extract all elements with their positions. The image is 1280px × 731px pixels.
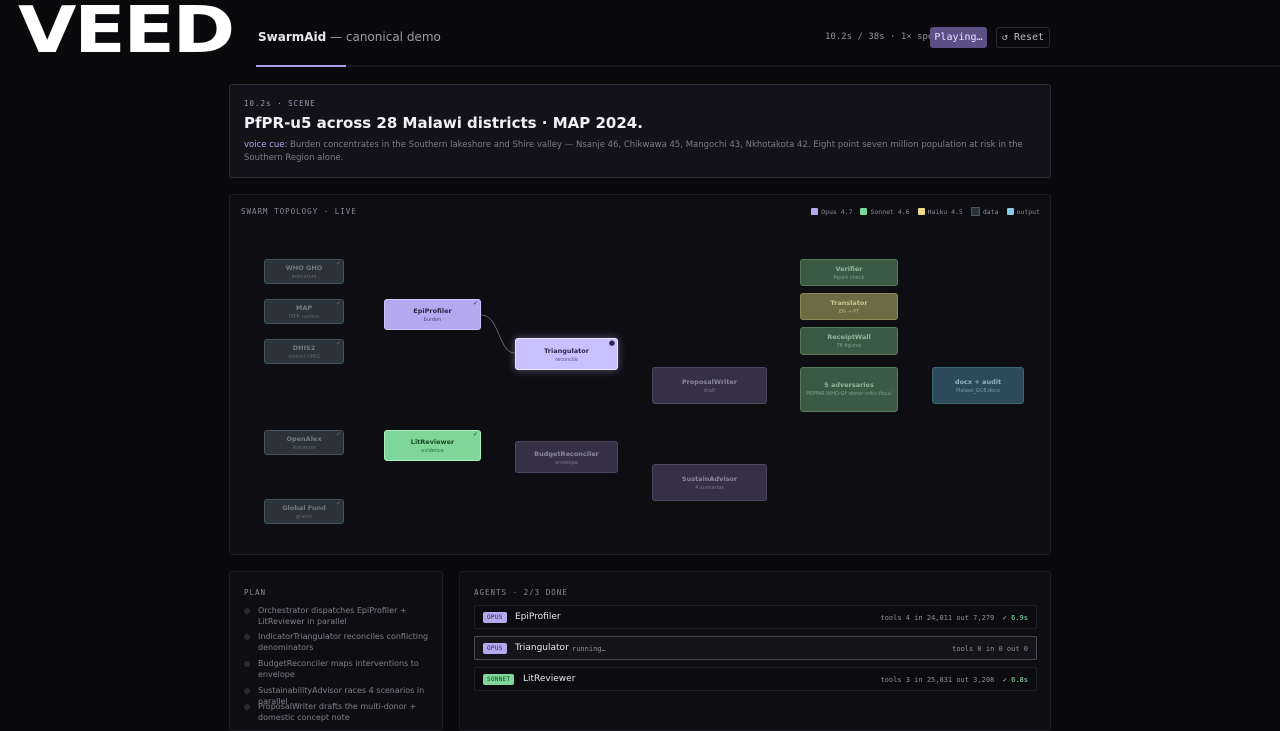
agent-metrics: tools 3 in 25,831 out 3,208 ✓ 6.8s xyxy=(880,676,1028,684)
check-icon: ✓ xyxy=(472,431,478,438)
veed-watermark-logo: VEED xyxy=(0,0,256,68)
plan-panel: PLAN Orchestrator dispatches EpiProfiler… xyxy=(229,571,443,731)
plan-step: IndicatorTriangulator reconciles conflic… xyxy=(244,632,434,653)
model-badge: OPUS xyxy=(483,643,507,654)
agent-name: EpiProfiler xyxy=(515,612,561,622)
check-icon: ✓ xyxy=(335,500,341,507)
agent-name: LitReviewer xyxy=(523,674,576,684)
agent-row-triangulator[interactable]: OPUS Triangulator running… tools 0 in 0 … xyxy=(474,636,1037,660)
topology-edges xyxy=(480,314,516,354)
node-global-fund[interactable]: ✓ Global Fund grants xyxy=(264,499,344,524)
running-dot-icon: ● xyxy=(608,339,615,347)
node-receiptwall[interactable]: ReceiptWall 76 figures xyxy=(800,327,898,355)
agents-panel: AGENTS · 2/3 DONE OPUS EpiProfiler tools… xyxy=(459,571,1051,731)
check-icon: ✓ xyxy=(335,300,341,307)
check-icon: ✓ xyxy=(335,340,341,347)
agent-done-time: ✓ 6.9s xyxy=(1002,614,1028,622)
agent-metrics: tools 4 in 24,011 out 7,279 ✓ 6.9s xyxy=(880,614,1028,622)
node-litreviewer[interactable]: ✓ LitReviewer evidence xyxy=(384,430,481,461)
agent-row-epiprofiler[interactable]: OPUS EpiProfiler tools 4 in 24,011 out 7… xyxy=(474,605,1037,629)
model-badge: OPUS xyxy=(483,612,507,623)
agent-name: Triangulator xyxy=(515,643,569,653)
plan-title: PLAN xyxy=(244,588,267,597)
agent-status: running… xyxy=(572,645,606,653)
node-translator[interactable]: Translator EN → PT xyxy=(800,293,898,320)
step-dot-icon xyxy=(244,704,250,710)
check-icon: ✓ xyxy=(472,300,478,307)
node-triangulator[interactable]: ● Triangulator reconcile xyxy=(515,338,618,370)
node-budgetreconciler[interactable]: BudgetReconciler envelope xyxy=(515,441,618,473)
node-proposalwriter[interactable]: ProposalWriter draft xyxy=(652,367,767,404)
voice-cue-text: Burden concentrates in the Southern lake… xyxy=(244,140,1023,163)
node-adversaries[interactable]: 5 adversaries PEPFAR·WHO·GF·donor·critic… xyxy=(800,367,898,412)
step-dot-icon xyxy=(244,688,250,694)
agent-row-litreviewer[interactable]: SONNET LitReviewer tools 3 in 25,831 out… xyxy=(474,667,1037,691)
step-dot-icon xyxy=(244,634,250,640)
swarm-topology-panel: SWARM TOPOLOGY · LIVE Opus 4.7 Sonnet 4.6… xyxy=(229,194,1051,555)
plan-step: Orchestrator dispatches EpiProfiler + Li… xyxy=(244,606,434,627)
node-dhis2[interactable]: ✓ DHIS2 district HMIS xyxy=(264,339,344,364)
agents-title: AGENTS · 2/3 DONE xyxy=(474,588,568,597)
agent-done-time: ✓ 6.8s xyxy=(1002,676,1028,684)
model-badge: SONNET xyxy=(483,674,515,685)
reset-button[interactable]: ↺ Reset xyxy=(996,27,1050,48)
edge-epiprofiler-triangulator xyxy=(480,314,516,354)
step-dot-icon xyxy=(244,608,250,614)
check-icon: ✓ xyxy=(335,260,341,267)
node-openalex[interactable]: ✓ OpenAlex literature xyxy=(264,430,344,455)
play-pause-button[interactable]: Playing… xyxy=(930,27,987,48)
scene-title: PfPR-u5 across 28 Malawi districts · MAP… xyxy=(244,114,643,132)
app-brand: SwarmAid — canonical demo xyxy=(258,30,441,44)
check-icon: ✓ xyxy=(335,431,341,438)
scene-tag: 10.2s · SCENE xyxy=(244,99,316,108)
agent-metrics: tools 0 in 0 out 0 xyxy=(952,645,1028,653)
node-docx-audit[interactable]: docx + audit Malawi_GC8.docx xyxy=(932,367,1024,404)
voice-cue: voice cue: Burden concentrates in the So… xyxy=(244,139,1034,165)
node-verifier[interactable]: Verifier figure check xyxy=(800,259,898,286)
plan-step: BudgetReconciler maps interventions to e… xyxy=(244,659,434,680)
step-dot-icon xyxy=(244,661,250,667)
node-who-gho[interactable]: ✓ WHO GHO indicators xyxy=(264,259,344,284)
time-readout: 10.2s / 38s · 1× speed xyxy=(825,32,945,42)
node-epiprofiler[interactable]: ✓ EpiProfiler burden xyxy=(384,299,481,330)
node-map[interactable]: ✓ MAP PfPR rasters xyxy=(264,299,344,324)
voice-cue-label: voice cue: xyxy=(244,140,288,150)
scene-card: 10.2s · SCENE PfPR-u5 across 28 Malawi d… xyxy=(229,84,1051,178)
node-sustainadvisor[interactable]: SustainAdvisor 4 scenarios xyxy=(652,464,767,501)
